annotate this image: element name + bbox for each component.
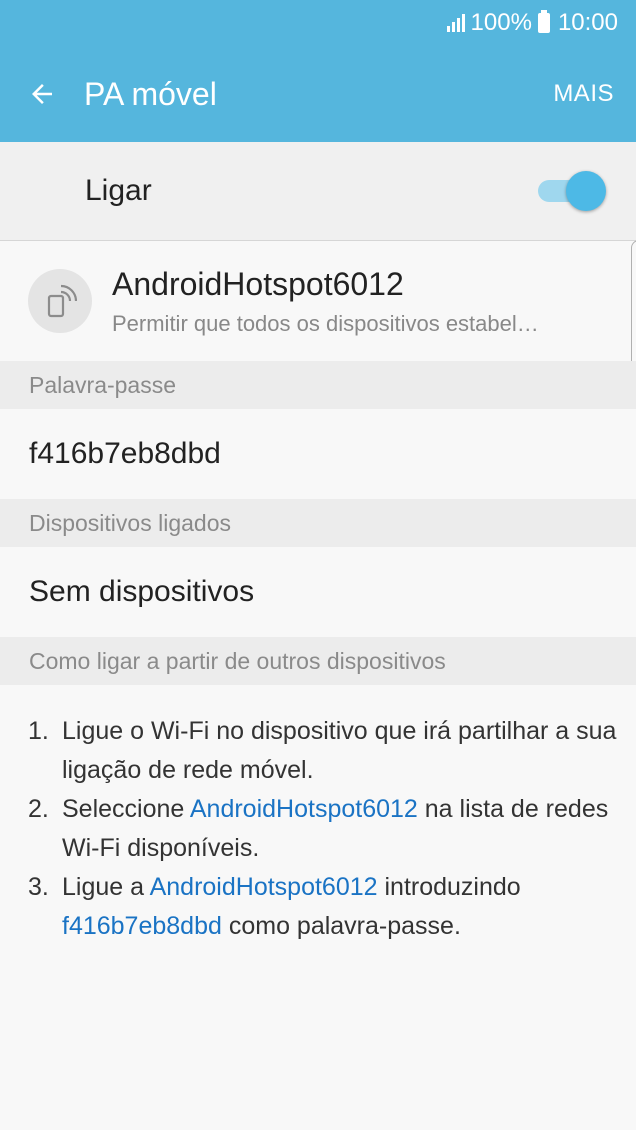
step-text-part: Seleccione <box>62 795 190 823</box>
step-text: Ligue o Wi-Fi no dispositivo que irá par… <box>62 712 618 790</box>
section-header-password: Palavra-passe <box>0 361 636 409</box>
page-title: PA móvel <box>84 75 217 112</box>
password-link: f416b7eb8dbd <box>62 912 222 940</box>
section-header-how-to-connect: Como ligar a partir de outros dispositiv… <box>0 637 636 685</box>
step-text: Ligue a AndroidHotspot6012 introduzindo … <box>62 868 618 946</box>
instruction-step: 1. Ligue o Wi-Fi no dispositivo que irá … <box>28 712 618 790</box>
back-button[interactable] <box>0 46 84 142</box>
step-number: 3. <box>28 873 49 901</box>
step-text: Seleccione AndroidHotspot6012 na lista d… <box>62 790 618 868</box>
step-text-part: Ligue a <box>62 873 150 901</box>
battery-percent: 100% <box>470 9 532 36</box>
section-header-connected-devices: Dispositivos ligados <box>0 499 636 547</box>
network-name-row[interactable]: AndroidHotspot6012 Permitir que todos os… <box>0 241 636 361</box>
app-bar: PA móvel MAIS <box>0 46 636 142</box>
step-text-part: introduzindo <box>377 873 521 901</box>
network-name: AndroidHotspot6012 <box>112 265 404 302</box>
step-number: 2. <box>28 795 49 823</box>
clock: 10:00 <box>557 9 618 36</box>
instruction-step: 3. Ligue a AndroidHotspot6012 introduzin… <box>28 868 618 946</box>
instruction-step: 2. Seleccione AndroidHotspot6012 na list… <box>28 790 618 868</box>
step-number: 1. <box>28 717 49 745</box>
more-button[interactable]: MAIS <box>531 80 636 108</box>
signal-icon <box>446 14 465 32</box>
hotspot-toggle[interactable] <box>536 171 606 211</box>
arrow-left-icon <box>32 84 52 104</box>
network-name-link: AndroidHotspot6012 <box>189 795 418 823</box>
connection-instructions: 1. Ligue o Wi-Fi no dispositivo que irá … <box>28 712 618 946</box>
hotspot-icon <box>28 269 92 333</box>
connected-devices-value: Sem dispositivos <box>0 547 636 637</box>
password-value[interactable]: f416b7eb8dbd <box>0 409 636 499</box>
step-text-part: como palavra-passe. <box>221 912 461 940</box>
toggle-thumb <box>566 171 606 211</box>
battery-icon <box>537 10 550 33</box>
master-switch-label: Ligar <box>85 174 152 207</box>
network-name-link: AndroidHotspot6012 <box>149 873 378 901</box>
hotspot-master-switch[interactable]: Ligar <box>0 142 636 241</box>
network-text: AndroidHotspot6012 Permitir que todos os… <box>112 266 636 337</box>
hotspot-glyph <box>47 284 77 318</box>
network-summary: Permitir que todos os dispositivos estab… <box>112 310 539 336</box>
status-bar: 100% 10:00 <box>0 0 636 46</box>
step-text-part: Ligue o Wi-Fi no dispositivo que irá par… <box>62 717 617 784</box>
